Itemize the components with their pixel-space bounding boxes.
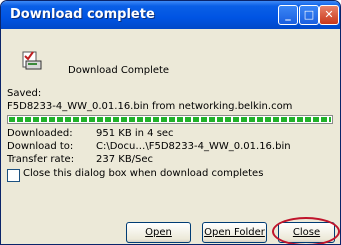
detail-label: Download to: (7, 141, 74, 152)
download-complete-dialog: Download complete _ □ ✕ Download Complet… (0, 0, 341, 245)
window-title: Download complete (10, 7, 155, 22)
open-folder-button-label: Open Folder (204, 227, 265, 238)
detail-value: 951 KB in 4 sec (96, 128, 174, 139)
detail-value: C:\Docu…\F5D8233-4_WW_0.01.16.bin (96, 141, 291, 152)
saved-file-source: F5D8233-4_WW_0.01.16.bin from networking… (7, 101, 293, 112)
open-button[interactable]: Open (126, 222, 191, 243)
minimize-button[interactable]: _ (278, 5, 298, 25)
detail-label: Downloaded: (7, 128, 73, 139)
close-when-done-checkbox[interactable] (7, 169, 20, 182)
open-folder-button[interactable]: Open Folder (202, 222, 267, 243)
detail-value: 237 KB/Sec (96, 154, 154, 165)
close-when-done-label[interactable]: Close this dialog box when download comp… (23, 168, 263, 179)
saved-label: Saved: (7, 88, 42, 99)
status-headline: Download Complete (68, 65, 170, 76)
highlight-circle (272, 217, 340, 244)
dialog-body: Download Complete Saved: F5D8233-4_WW_0.… (4, 29, 340, 244)
open-button-label: Open (145, 227, 172, 238)
download-progress-bar (7, 115, 333, 124)
download-complete-icon (22, 51, 42, 70)
close-window-button[interactable]: ✕ (319, 5, 339, 25)
maximize-button[interactable]: □ (299, 5, 319, 25)
progress-fill (9, 117, 331, 122)
detail-label: Transfer rate: (7, 154, 75, 165)
title-bar[interactable]: Download complete _ □ ✕ (1, 1, 340, 29)
